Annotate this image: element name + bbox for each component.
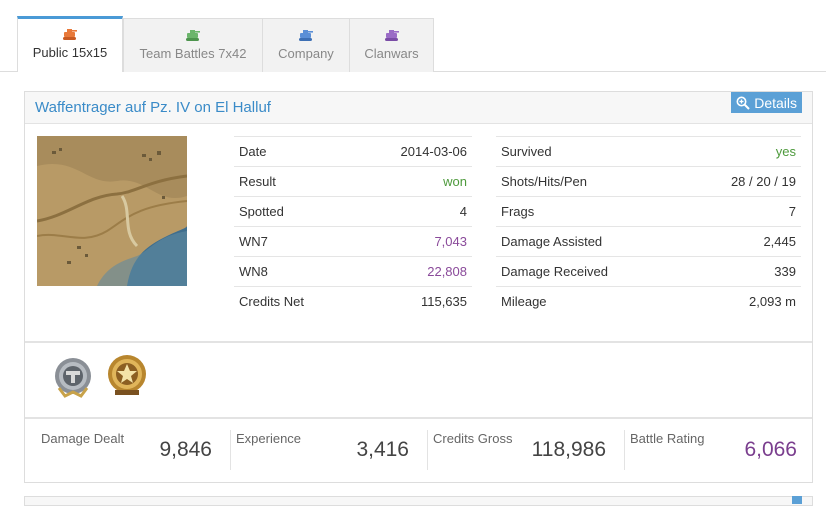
stat-value: won [443, 174, 467, 189]
tab-label: Company [278, 46, 334, 61]
details-label: Details [754, 94, 797, 111]
map-thumbnail [37, 136, 187, 286]
stat-row-result: Result won [234, 166, 472, 196]
stat-value: 28 / 20 / 19 [730, 174, 796, 189]
battle-panel: Waffentrager auf Pz. IV on El Halluf Det… [24, 91, 813, 483]
stat-label: Damage Assisted [501, 234, 603, 249]
battle-stats-left: Date 2014-03-06 Result won Spotted 4 WN7… [234, 136, 472, 316]
stat-label: Date [239, 144, 267, 159]
tab-company[interactable]: Company [262, 18, 350, 72]
stat-row-mileage: Mileage 2,093 m [496, 286, 801, 316]
battle-stats-right: Survived yes Shots/Hits/Pen 28 / 20 / 19… [496, 136, 801, 316]
stat-row-wn8: WN8 22,808 [234, 256, 472, 286]
summary-label: Experience [236, 431, 302, 446]
summary-value: 3,416 [356, 438, 409, 461]
stat-value: 22,808 [427, 264, 467, 279]
next-battle-panel [24, 496, 813, 506]
stat-label: WN8 [239, 264, 268, 279]
battle-type-tabs: Public 15x15 Team Battles 7x42 Company C… [0, 0, 826, 72]
stat-label: Spotted [239, 204, 284, 219]
stat-row-damage-received: Damage Received 339 [496, 256, 801, 286]
tab-label: Clanwars [364, 46, 419, 61]
stat-label: Shots/Hits/Pen [501, 174, 587, 189]
summary-value: 6,066 [744, 438, 797, 461]
stat-row-wn7: WN7 7,043 [234, 226, 472, 256]
stat-label: Credits Net [239, 294, 305, 309]
stat-value: 339 [774, 264, 796, 279]
tank-icon [63, 29, 77, 40]
stat-value: 115,635 [420, 294, 467, 309]
summary-value: 118,986 [531, 438, 606, 461]
tab-label: Public 15x15 [32, 45, 108, 60]
stat-value: 4 [459, 204, 467, 219]
summary-label: Battle Rating [630, 431, 705, 446]
stat-label: Frags [501, 204, 535, 219]
summary-label: Credits Gross [433, 431, 513, 446]
star-medal-icon[interactable] [105, 352, 149, 398]
tab-clanwars[interactable]: Clanwars [349, 18, 434, 72]
stat-label: Survived [501, 144, 552, 159]
ace-tanker-medal-icon[interactable] [51, 352, 95, 398]
medals-row [51, 352, 149, 398]
stat-label: Result [239, 174, 276, 189]
stat-label: WN7 [239, 234, 268, 249]
stat-value: 2014-03-06 [400, 144, 468, 159]
details-button[interactable] [792, 496, 802, 504]
battle-summary: Damage Dealt 9,846 Experience 3,416 Cred… [25, 422, 814, 484]
summary-battle-rating: Battle Rating 6,066 [624, 430, 802, 470]
stat-label: Damage Received [501, 264, 608, 279]
summary-value: 9,846 [159, 438, 212, 461]
summary-credits-gross: Credits Gross 118,986 [427, 430, 611, 470]
summary-label: Damage Dealt [41, 431, 125, 446]
tab-public-15x15[interactable]: Public 15x15 [17, 16, 123, 72]
stat-value: 2,445 [763, 234, 796, 249]
stat-row-survived: Survived yes [496, 136, 801, 166]
stat-row-shots: Shots/Hits/Pen 28 / 20 / 19 [496, 166, 801, 196]
battle-panel-header: Waffentrager auf Pz. IV on El Halluf Det… [25, 92, 812, 124]
tab-team-battles[interactable]: Team Battles 7x42 [123, 18, 263, 72]
section-divider [25, 417, 812, 419]
tank-icon [384, 30, 399, 41]
stat-row-damage-assisted: Damage Assisted 2,445 [496, 226, 801, 256]
stat-row-credits-net: Credits Net 115,635 [234, 286, 472, 316]
stat-label: Mileage [501, 294, 547, 309]
stat-value: 7,043 [434, 234, 467, 249]
section-divider [25, 341, 812, 343]
stat-value: yes [775, 144, 796, 159]
stat-value: 2,093 m [749, 294, 796, 309]
tank-icon [299, 30, 313, 41]
zoom-icon [736, 96, 750, 110]
battle-title[interactable]: Waffentrager auf Pz. IV on El Halluf [35, 99, 271, 116]
stat-row-date: Date 2014-03-06 [234, 136, 472, 166]
summary-damage-dealt: Damage Dealt 9,846 [36, 430, 217, 470]
details-button[interactable]: Details [731, 92, 802, 113]
tab-label: Team Battles 7x42 [139, 46, 247, 61]
stat-value: 7 [788, 204, 796, 219]
stat-row-spotted: Spotted 4 [234, 196, 472, 226]
summary-experience: Experience 3,416 [230, 430, 414, 470]
tank-icon [186, 30, 200, 41]
stat-row-frags: Frags 7 [496, 196, 801, 226]
